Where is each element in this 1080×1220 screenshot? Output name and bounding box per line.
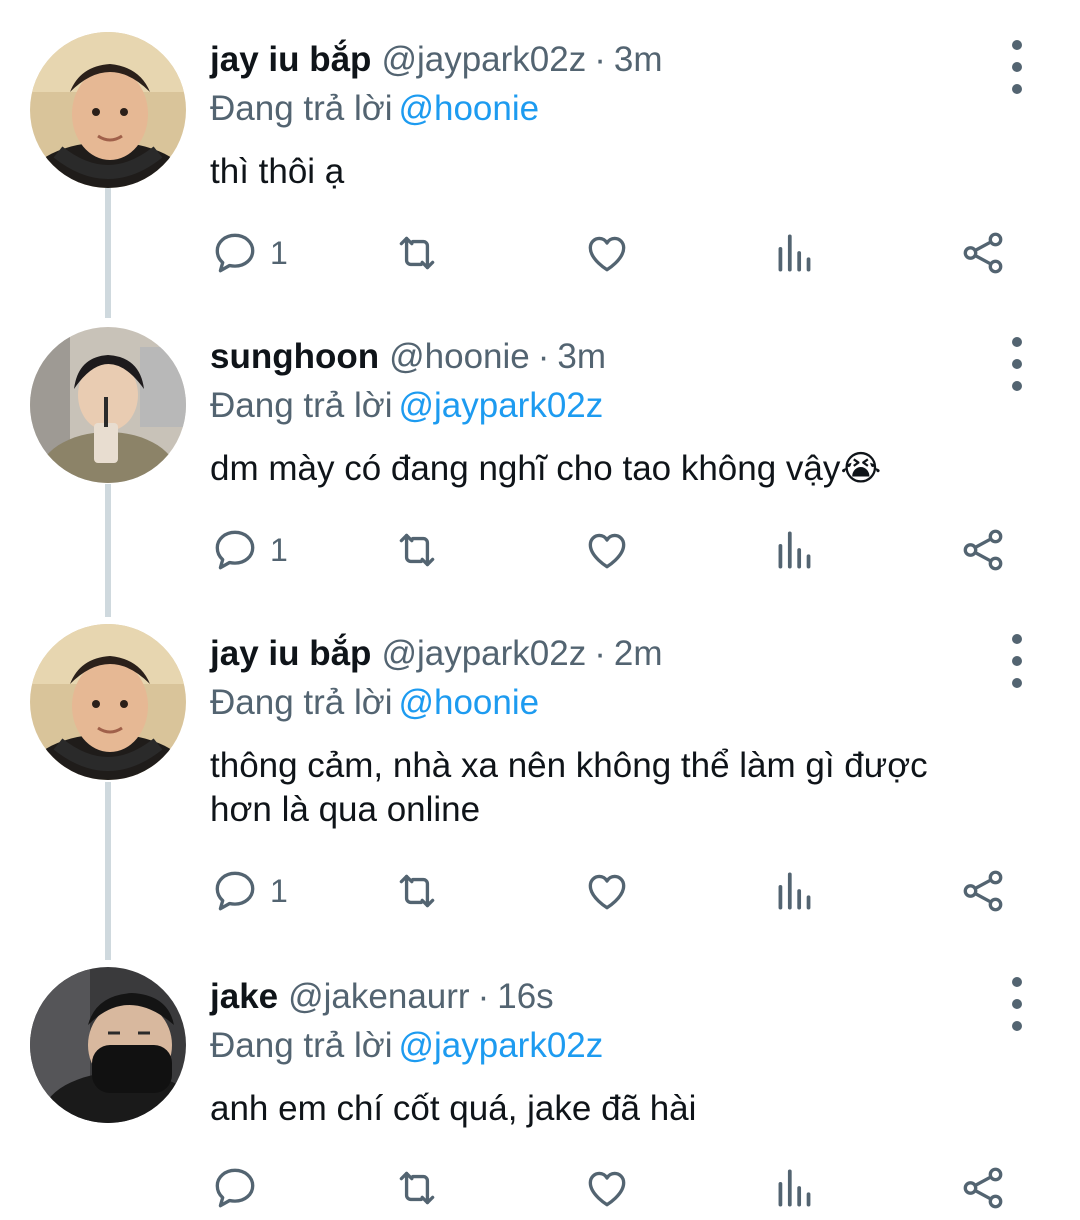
share-icon	[963, 232, 1003, 274]
reply-prefix: Đang trả lời	[210, 89, 393, 128]
views-button[interactable]	[770, 225, 820, 281]
like-button[interactable]	[582, 1160, 632, 1216]
jay-avatar-image	[30, 32, 186, 188]
tweet[interactable]: jay iu bắp @jaypark02z · 2m Đang trả lời…	[0, 600, 1080, 945]
share-button[interactable]	[958, 863, 1008, 919]
tweet-text: thông cảm, nhà xa nên không thể làm gì đ…	[210, 746, 928, 829]
more-icon[interactable]	[1002, 977, 1032, 1031]
jake-avatar-image	[30, 967, 186, 1123]
timestamp[interactable]: 3m	[614, 38, 663, 82]
tweet-text: thì thôi ạ	[210, 152, 345, 191]
handle[interactable]: @hoonie	[389, 335, 530, 379]
avatar[interactable]	[30, 32, 186, 188]
reply-mention[interactable]: @jaypark02z	[398, 1026, 603, 1065]
reply-count: 1	[270, 234, 288, 271]
more-icon[interactable]	[1002, 40, 1032, 94]
reply-prefix: Đang trả lời	[210, 683, 393, 722]
reply-icon	[215, 871, 255, 911]
retweet-icon	[399, 874, 435, 908]
retweet-button[interactable]	[392, 225, 442, 281]
reply-icon	[215, 530, 255, 570]
views-icon	[778, 234, 811, 272]
share-icon	[963, 529, 1003, 571]
like-icon	[588, 533, 626, 569]
like-icon	[588, 236, 626, 272]
handle[interactable]: @jakenaurr	[288, 975, 469, 1019]
like-button[interactable]	[582, 225, 632, 281]
views-icon	[778, 531, 811, 569]
avatar[interactable]	[30, 967, 186, 1123]
handle[interactable]: @jaypark02z	[381, 632, 586, 676]
retweet-icon	[399, 533, 435, 567]
views-icon	[778, 1169, 811, 1207]
more-icon[interactable]	[1002, 337, 1032, 391]
display-name[interactable]: jay iu bắp	[210, 632, 371, 676]
timestamp[interactable]: 16s	[497, 975, 553, 1019]
reply-prefix: Đang trả lời	[210, 386, 393, 425]
views-button[interactable]	[770, 1160, 820, 1216]
reply-button[interactable]: 1	[210, 863, 288, 919]
reply-button[interactable]: 1	[210, 522, 288, 578]
tweet-text: anh em chí cốt quá, jake đã hài	[210, 1089, 697, 1128]
reply-icon	[215, 1168, 255, 1208]
sunghoon-avatar-image	[30, 327, 186, 483]
retweet-button[interactable]	[392, 522, 442, 578]
views-icon	[778, 872, 811, 910]
share-icon	[963, 870, 1003, 912]
like-button[interactable]	[582, 522, 632, 578]
share-button[interactable]	[958, 225, 1008, 281]
reply-mention[interactable]: @hoonie	[398, 89, 539, 128]
separator: ·	[537, 337, 550, 376]
handle[interactable]: @jaypark02z	[381, 38, 586, 82]
retweet-icon	[399, 236, 435, 270]
retweet-button[interactable]	[392, 1160, 442, 1216]
avatar[interactable]	[30, 327, 186, 483]
separator: ·	[477, 977, 490, 1016]
avatar[interactable]	[30, 624, 186, 780]
views-button[interactable]	[770, 863, 820, 919]
reply-prefix: Đang trả lời	[210, 1026, 393, 1065]
like-button[interactable]	[582, 863, 632, 919]
views-button[interactable]	[770, 522, 820, 578]
reply-count: 1	[270, 531, 288, 568]
separator: ·	[594, 634, 606, 673]
retweet-icon	[399, 1171, 435, 1205]
display-name[interactable]: jay iu bắp	[210, 38, 371, 82]
reply-button[interactable]	[210, 1160, 270, 1216]
jay-avatar-image	[30, 624, 186, 780]
tweet[interactable]: jay iu bắp @jaypark02z · 3m Đang trả lời…	[0, 0, 1080, 300]
reply-button[interactable]: 1	[210, 225, 288, 281]
tweet[interactable]: jake @jakenaurr · 16s Đang trả lời @jaypa…	[0, 945, 1080, 1220]
tweet-text: dm mày có đang nghĩ cho tao không vậy😭	[210, 449, 882, 488]
like-icon	[588, 1171, 626, 1207]
reply-icon	[215, 233, 255, 273]
display-name[interactable]: jake	[210, 975, 278, 1019]
timestamp[interactable]: 2m	[614, 632, 663, 676]
timestamp[interactable]: 3m	[557, 335, 606, 379]
share-button[interactable]	[958, 1160, 1008, 1216]
share-icon	[963, 1167, 1003, 1209]
reply-count: 1	[270, 872, 288, 909]
share-button[interactable]	[958, 522, 1008, 578]
tweet[interactable]: sunghoon @hoonie · 3m Đang trả lời @jaypa…	[0, 300, 1080, 600]
like-icon	[588, 874, 626, 910]
reply-mention[interactable]: @jaypark02z	[398, 386, 603, 425]
more-icon[interactable]	[1002, 634, 1032, 688]
display-name[interactable]: sunghoon	[210, 335, 379, 379]
reply-mention[interactable]: @hoonie	[398, 683, 539, 722]
retweet-button[interactable]	[392, 863, 442, 919]
separator: ·	[594, 40, 606, 79]
